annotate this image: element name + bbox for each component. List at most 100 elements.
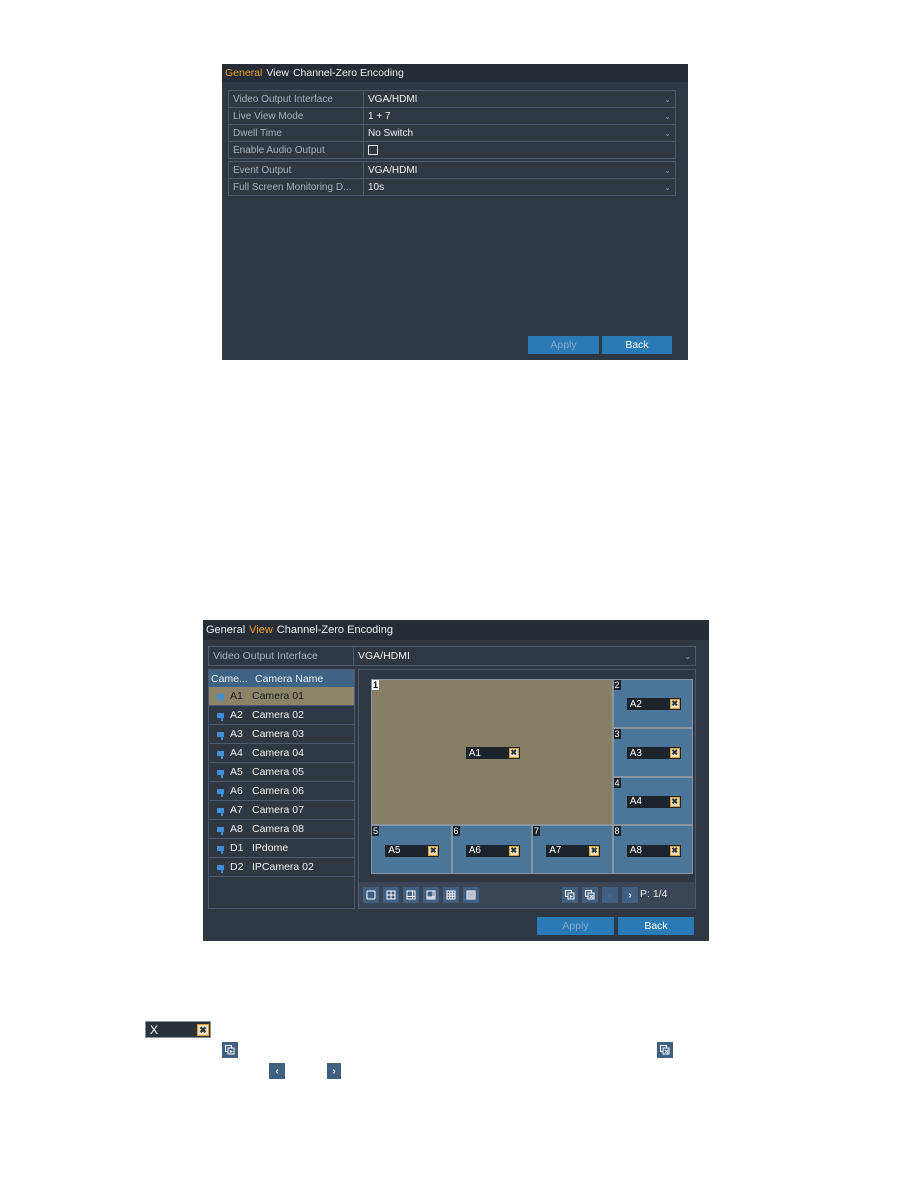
close-icon[interactable]: ✖ — [669, 796, 680, 807]
tab-channel-zero-encoding[interactable]: Channel-Zero Encoding — [293, 67, 404, 79]
window-number: 2 — [613, 680, 621, 690]
window-camera-label: A4 — [629, 796, 642, 808]
enable-audio-output-checkbox[interactable] — [368, 145, 378, 155]
live-view-window[interactable]: 4 A4 ✖ — [612, 776, 693, 826]
camera-list-row[interactable]: A2 Camera 02 — [209, 706, 354, 725]
camera-id: D1 — [230, 842, 244, 854]
close-icon[interactable]: ✖ — [669, 748, 680, 759]
camera-list-row[interactable]: A4 Camera 04 — [209, 744, 354, 763]
camera-id: D2 — [230, 861, 244, 873]
layout-6-icon[interactable] — [403, 887, 419, 903]
layout-1-icon[interactable] — [363, 887, 379, 903]
start-live-view-icon[interactable] — [562, 887, 578, 903]
live-view-window[interactable]: 8 A8 ✖ — [612, 825, 693, 874]
window-camera-chip-example: X ✖ — [145, 1021, 211, 1038]
camera-list-row[interactable]: A3 Camera 03 — [209, 725, 354, 744]
live-view-window[interactable]: 2 A2 ✖ — [612, 679, 693, 728]
chip-label: X — [150, 1022, 159, 1037]
full-screen-monitoring-select[interactable]: 10s ⌄ — [364, 179, 675, 195]
chevron-down-icon: ⌄ — [664, 165, 671, 175]
window-camera-label: A2 — [629, 698, 642, 710]
close-icon[interactable]: ✖ — [669, 845, 680, 856]
live-view-window[interactable]: 1 A1 ✖ — [371, 679, 613, 826]
next-page-icon[interactable]: › — [622, 887, 638, 903]
chevron-down-icon: ⌄ — [684, 651, 691, 661]
live-view-mode-select[interactable]: 1 + 7 ⌄ — [364, 108, 675, 124]
camera-list-row[interactable]: A1 Camera 01 — [209, 687, 354, 706]
camera-icon — [217, 693, 224, 702]
window-number: 4 — [613, 777, 621, 788]
page-indicator: P: 1/4 — [640, 888, 668, 900]
camera-no-column-header[interactable]: Came... — [209, 673, 255, 685]
video-output-interface-label: Video Output Interface — [229, 91, 364, 107]
layout-8-icon[interactable] — [423, 887, 439, 903]
window-camera-label: A6 — [468, 845, 481, 857]
layout-9-icon[interactable] — [443, 887, 459, 903]
video-output-form: Video Output Interface VGA/HDMI ⌄ — [208, 646, 696, 666]
enable-audio-output-cell — [364, 142, 675, 158]
tab-general[interactable]: General — [206, 624, 245, 636]
live-view-mode-value: 1 + 7 — [368, 110, 391, 122]
tab-bar: General View Channel-Zero Encoding — [203, 620, 709, 640]
dwell-time-select[interactable]: No Switch ⌄ — [364, 125, 675, 141]
window-camera-label: A8 — [629, 845, 642, 857]
live-view-window[interactable]: 6 A6 ✖ — [451, 825, 532, 874]
camera-name: IPCamera 02 — [252, 861, 314, 873]
close-icon[interactable]: ✖ — [508, 845, 519, 856]
stop-live-view-icon[interactable] — [582, 887, 598, 903]
window-camera-chip: A5 ✖ — [385, 844, 440, 857]
close-icon[interactable]: ✖ — [508, 748, 519, 759]
video-output-interface-select[interactable]: VGA/HDMI ⌄ — [364, 91, 675, 107]
event-output-select[interactable]: VGA/HDMI ⌄ — [364, 162, 675, 178]
camera-list-row[interactable]: D2 IPCamera 02 — [209, 858, 354, 877]
camera-icon — [217, 845, 224, 854]
video-output-interface-select[interactable]: VGA/HDMI ⌄ — [354, 647, 695, 665]
previous-page-icon[interactable]: ‹ — [602, 887, 618, 903]
apply-button[interactable]: Apply — [537, 917, 614, 935]
window-number: 8 — [613, 826, 621, 837]
camera-list: Came... Camera Name A1 Camera 01 A2 Camera … — [208, 669, 355, 909]
camera-list-row[interactable]: A6 Camera 06 — [209, 782, 354, 801]
close-icon[interactable]: ✖ — [669, 699, 680, 710]
camera-name: Camera 08 — [252, 823, 304, 835]
window-camera-chip: A2 ✖ — [626, 698, 681, 711]
camera-name: Camera 02 — [252, 709, 304, 721]
video-output-interface-value: VGA/HDMI — [358, 650, 410, 662]
layout-16-icon[interactable] — [463, 887, 479, 903]
apply-button[interactable]: Apply — [528, 336, 599, 354]
camera-id: A8 — [230, 823, 243, 835]
window-number: 6 — [452, 826, 460, 837]
tab-general[interactable]: General — [225, 67, 262, 79]
camera-list-row[interactable]: D1 IPdome — [209, 839, 354, 858]
camera-id: A3 — [230, 728, 243, 740]
camera-list-row[interactable]: A8 Camera 08 — [209, 820, 354, 839]
window-camera-chip: A7 ✖ — [546, 844, 601, 857]
dwell-time-label: Dwell Time — [229, 125, 364, 141]
live-view-window[interactable]: 7 A7 ✖ — [532, 825, 613, 874]
tab-channel-zero-encoding[interactable]: Channel-Zero Encoding — [277, 624, 393, 636]
tab-view[interactable]: View — [249, 624, 273, 636]
camera-id: A4 — [230, 747, 243, 759]
camera-icon — [217, 864, 224, 873]
camera-icon — [217, 750, 224, 759]
stop-live-view-icon — [657, 1042, 673, 1058]
camera-name-column-header[interactable]: Camera Name — [255, 673, 323, 685]
back-button[interactable]: Back — [618, 917, 694, 935]
live-view-layout-area: 1 A1 ✖ 2 A2 ✖ 3 A3 ✖ 4 A4 ✖ 5 A5 ✖ 6 A6 ✖ 7 A7 ✖ 8 A8 ✖ ‹ › P: … — [358, 669, 696, 909]
previous-page-icon: ‹ — [269, 1063, 285, 1079]
close-icon[interactable]: ✖ — [428, 845, 439, 856]
camera-list-row[interactable]: A7 Camera 07 — [209, 801, 354, 820]
live-view-window[interactable]: 5 A5 ✖ — [371, 825, 452, 874]
live-view-window[interactable]: 3 A3 ✖ — [612, 727, 693, 777]
tab-view[interactable]: View — [266, 67, 289, 79]
tab-bar: General View Channel-Zero Encoding — [222, 64, 688, 82]
back-button[interactable]: Back — [602, 336, 672, 354]
event-output-row: Event Output VGA/HDMI ⌄ — [229, 162, 675, 179]
live-view-mode-label: Live View Mode — [229, 108, 364, 124]
full-screen-monitoring-row: Full Screen Monitoring D... 10s ⌄ — [229, 179, 675, 195]
close-icon[interactable]: ✖ — [197, 1024, 209, 1036]
close-icon[interactable]: ✖ — [589, 845, 600, 856]
layout-4-icon[interactable] — [383, 887, 399, 903]
camera-icon — [217, 807, 224, 816]
camera-list-row[interactable]: A5 Camera 05 — [209, 763, 354, 782]
